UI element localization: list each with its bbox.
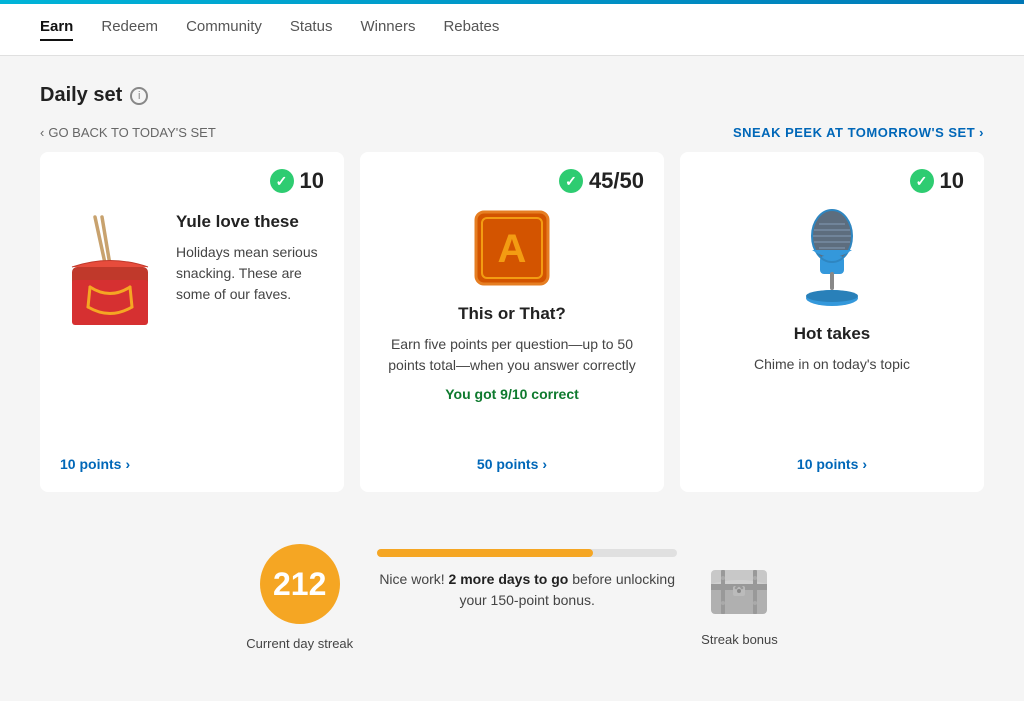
- streak-circle: 212: [260, 544, 340, 624]
- card-3-image-area: [792, 208, 872, 308]
- takeout-box-icon: [60, 212, 160, 337]
- sneak-peek-link[interactable]: SNEAK PEEK AT TOMORROW'S SET ›: [733, 125, 984, 140]
- card-2-image-area: A: [472, 208, 552, 288]
- card-1-points-link[interactable]: 10 points ›: [60, 440, 324, 472]
- nav-item-status[interactable]: Status: [290, 18, 333, 41]
- card-3-score: ✓ 10: [910, 168, 964, 194]
- svg-text:A: A: [498, 227, 527, 271]
- card-2-points-link[interactable]: 50 points ›: [477, 440, 547, 472]
- card-2-points-chevron: ›: [542, 456, 547, 472]
- card-3-points-link[interactable]: 10 points ›: [797, 440, 867, 472]
- streak-bonus-label: Streak bonus: [701, 632, 778, 647]
- card-3-description: Chime in on today's topic: [754, 354, 910, 375]
- card-1-text: Yule love these Holidays mean serious sn…: [176, 212, 324, 305]
- main-content: Daily set i ‹ GO BACK TO TODAY'S SET SNE…: [0, 56, 1024, 701]
- page-title-row: Daily set i: [40, 84, 984, 107]
- microphone-icon: [792, 208, 872, 308]
- chevron-left-icon: ‹: [40, 125, 44, 140]
- nav-item-rebates[interactable]: Rebates: [443, 18, 499, 41]
- nav-item-community[interactable]: Community: [186, 18, 262, 41]
- card-3-title: Hot takes: [794, 324, 871, 344]
- nav-item-winners[interactable]: Winners: [360, 18, 415, 41]
- card-1-points-chevron: ›: [125, 456, 130, 472]
- back-link[interactable]: ‹ GO BACK TO TODAY'S SET: [40, 125, 216, 140]
- check-icon-2: ✓: [559, 169, 583, 193]
- card-1-score-value: 10: [300, 168, 324, 194]
- nav-bar: Earn Redeem Community Status Winners Reb…: [0, 4, 1024, 56]
- check-icon-3: ✓: [910, 169, 934, 193]
- card-1-description: Holidays mean serious snacking. These ar…: [176, 242, 324, 305]
- card-1-title: Yule love these: [176, 212, 324, 232]
- card-this-or-that: ✓ 45/50 A This or That? Earn five points…: [360, 152, 664, 492]
- sneak-peek-label: SNEAK PEEK AT TOMORROW'S SET: [733, 125, 975, 140]
- streak-section: 212 Current day streak Nice work! 2 more…: [40, 524, 984, 661]
- streak-number: 212: [273, 566, 326, 603]
- streak-message-part1: Nice work!: [379, 571, 448, 587]
- nav-item-earn[interactable]: Earn: [40, 18, 73, 41]
- cards-container: ✓ 10: [40, 152, 984, 492]
- card-3-points-label: 10 points: [797, 456, 858, 472]
- streak-bar-fill: [377, 549, 593, 557]
- card-hot-takes: ✓ 10: [680, 152, 984, 492]
- info-icon[interactable]: i: [130, 87, 148, 105]
- card-2-score-value: 45/50: [589, 168, 644, 194]
- cards-navigation: ‹ GO BACK TO TODAY'S SET SNEAK PEEK AT T…: [40, 125, 984, 140]
- streak-message: Nice work! 2 more days to go before unlo…: [377, 569, 677, 611]
- check-icon-1: ✓: [270, 169, 294, 193]
- card-2-description: Earn five points per question—up to 50 p…: [380, 334, 644, 376]
- page-title: Daily set: [40, 84, 122, 107]
- chevron-right-icon: ›: [979, 125, 984, 140]
- card-2-correct-text: You got 9/10 correct: [445, 386, 579, 402]
- alphabet-block-icon: A: [472, 208, 552, 288]
- card-1-score: ✓ 10: [270, 168, 324, 194]
- card-1-points-label: 10 points: [60, 456, 121, 472]
- streak-progress-bar: [377, 549, 677, 557]
- card-2-title: This or That?: [458, 304, 566, 324]
- back-link-label: GO BACK TO TODAY'S SET: [48, 125, 215, 140]
- card-yule: ✓ 10: [40, 152, 344, 492]
- treasure-chest-icon: [703, 548, 775, 620]
- streak-bonus-item: Streak bonus: [701, 548, 778, 647]
- streak-progress-area: Nice work! 2 more days to go before unlo…: [377, 549, 677, 647]
- card-3-points-chevron: ›: [862, 456, 867, 472]
- streak-current-item: 212 Current day streak: [246, 544, 353, 651]
- streak-current-label: Current day streak: [246, 636, 353, 651]
- card-3-score-value: 10: [940, 168, 964, 194]
- nav-item-redeem[interactable]: Redeem: [101, 18, 158, 41]
- card-2-score: ✓ 45/50: [559, 168, 644, 194]
- streak-message-bold: 2 more days to go: [449, 571, 569, 587]
- card-2-points-label: 50 points: [477, 456, 538, 472]
